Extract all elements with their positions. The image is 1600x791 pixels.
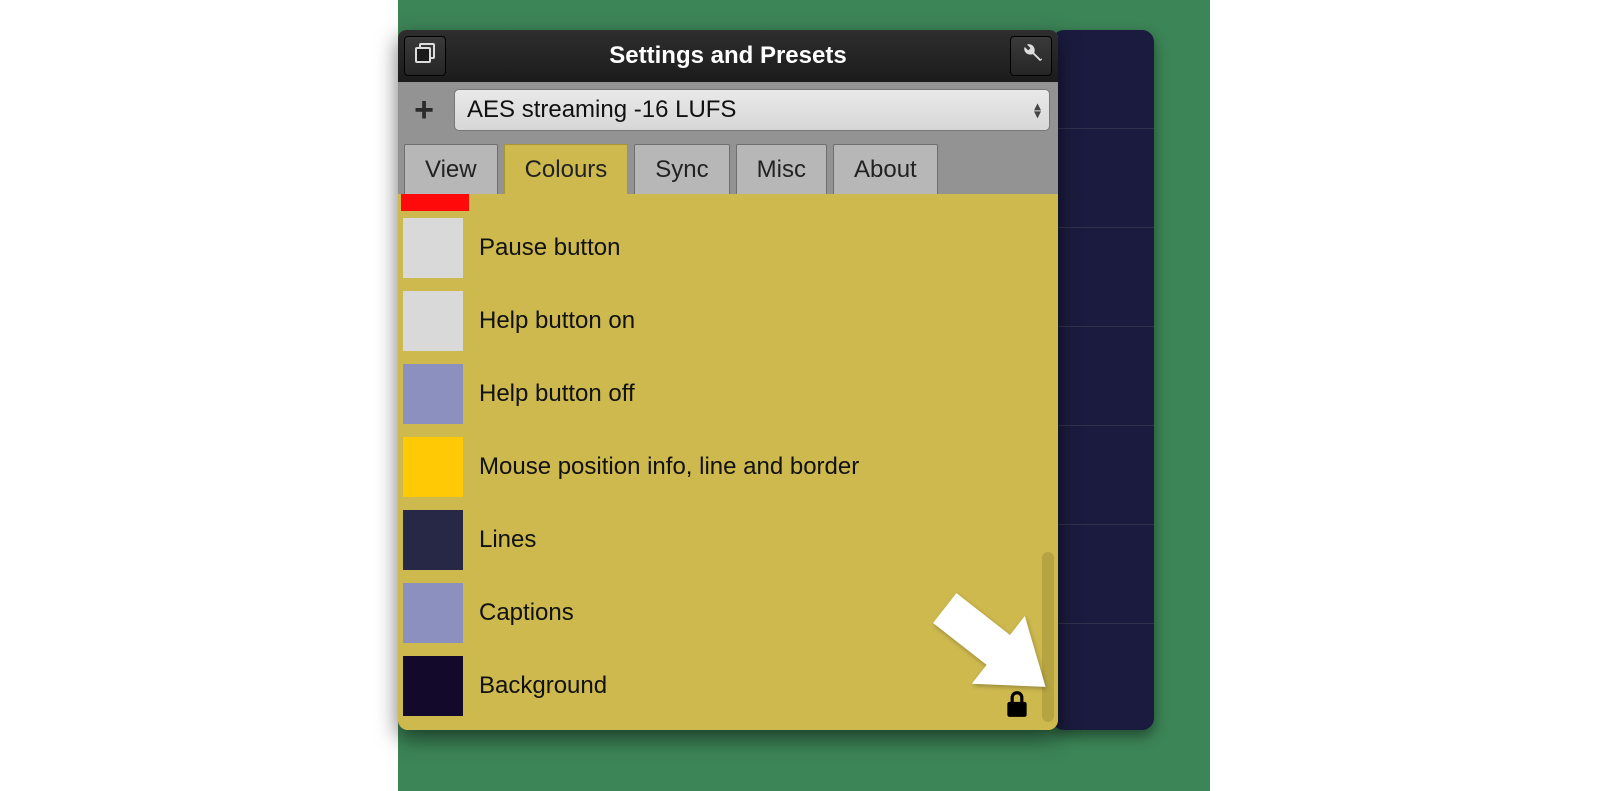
colour-row: Background — [398, 649, 1036, 722]
background-panel-row — [1052, 624, 1154, 723]
colour-label: Pause button — [479, 234, 620, 262]
background-panel-row — [1052, 30, 1154, 129]
colours-panel: Pause button Help button on Help button of… — [398, 194, 1058, 730]
add-preset-button[interactable]: + — [402, 88, 446, 132]
lock-button[interactable] — [1002, 690, 1032, 724]
colour-label: Help button on — [479, 307, 635, 335]
preset-bar: + AES streaming -16 LUFS ▴▾ — [398, 82, 1058, 138]
tab-label: Colours — [525, 156, 608, 184]
colour-row: Pause button — [398, 211, 1036, 284]
colour-swatch[interactable] — [401, 508, 465, 572]
tab-label: View — [425, 156, 477, 184]
background-panel-row — [1052, 228, 1154, 327]
colour-swatch[interactable] — [401, 581, 465, 645]
colour-swatch[interactable] — [401, 216, 465, 280]
window-tools-button[interactable] — [1010, 36, 1052, 76]
background-panel-row — [1052, 525, 1154, 624]
colour-label: Captions — [479, 599, 574, 627]
background-panel-row — [1052, 327, 1154, 426]
tab-view[interactable]: View — [404, 144, 498, 194]
background-panel-row — [1052, 426, 1154, 525]
background-panel — [1052, 30, 1154, 730]
wrench-icon — [1019, 41, 1043, 72]
colour-row: Help button on — [398, 284, 1036, 357]
tab-label: Sync — [655, 156, 708, 184]
colour-swatch[interactable] — [401, 362, 465, 426]
window-title: Settings and Presets — [609, 42, 846, 70]
preset-select[interactable]: AES streaming -16 LUFS ▴▾ — [454, 89, 1050, 131]
preset-selected-label: AES streaming -16 LUFS — [467, 96, 736, 124]
colour-row: Mouse position info, line and border — [398, 430, 1036, 503]
scrollbar-thumb[interactable] — [1042, 552, 1054, 722]
tab-bar: View Colours Sync Misc About — [398, 138, 1058, 194]
colours-list: Pause button Help button on Help button of… — [398, 194, 1036, 730]
colour-swatch[interactable] — [401, 289, 465, 353]
tab-misc[interactable]: Misc — [736, 144, 827, 194]
tab-label: About — [854, 156, 917, 184]
tab-label: Misc — [757, 156, 806, 184]
colour-label: Help button off — [479, 380, 635, 408]
window-stack-icon — [413, 41, 437, 72]
colour-swatch[interactable] — [401, 435, 465, 499]
titlebar: Settings and Presets — [398, 30, 1058, 82]
settings-window: Settings and Presets + AES streaming -16… — [398, 30, 1058, 730]
colour-row: Captions — [398, 576, 1036, 649]
select-stepper-icon: ▴▾ — [1034, 102, 1041, 117]
colour-row: Help button off — [398, 357, 1036, 430]
tab-about[interactable]: About — [833, 144, 938, 194]
tab-colours[interactable]: Colours — [504, 144, 629, 194]
colour-label: Lines — [479, 526, 536, 554]
window-list-button[interactable] — [404, 36, 446, 76]
colour-label: Mouse position info, line and border — [479, 453, 859, 481]
background-panel-row — [1052, 129, 1154, 228]
lock-icon — [1004, 689, 1030, 724]
colour-swatch-partial[interactable] — [401, 194, 469, 211]
colour-label: Background — [479, 672, 607, 700]
colour-row: Lines — [398, 503, 1036, 576]
tab-sync[interactable]: Sync — [634, 144, 729, 194]
colour-swatch[interactable] — [401, 654, 465, 718]
plus-icon: + — [414, 93, 434, 127]
